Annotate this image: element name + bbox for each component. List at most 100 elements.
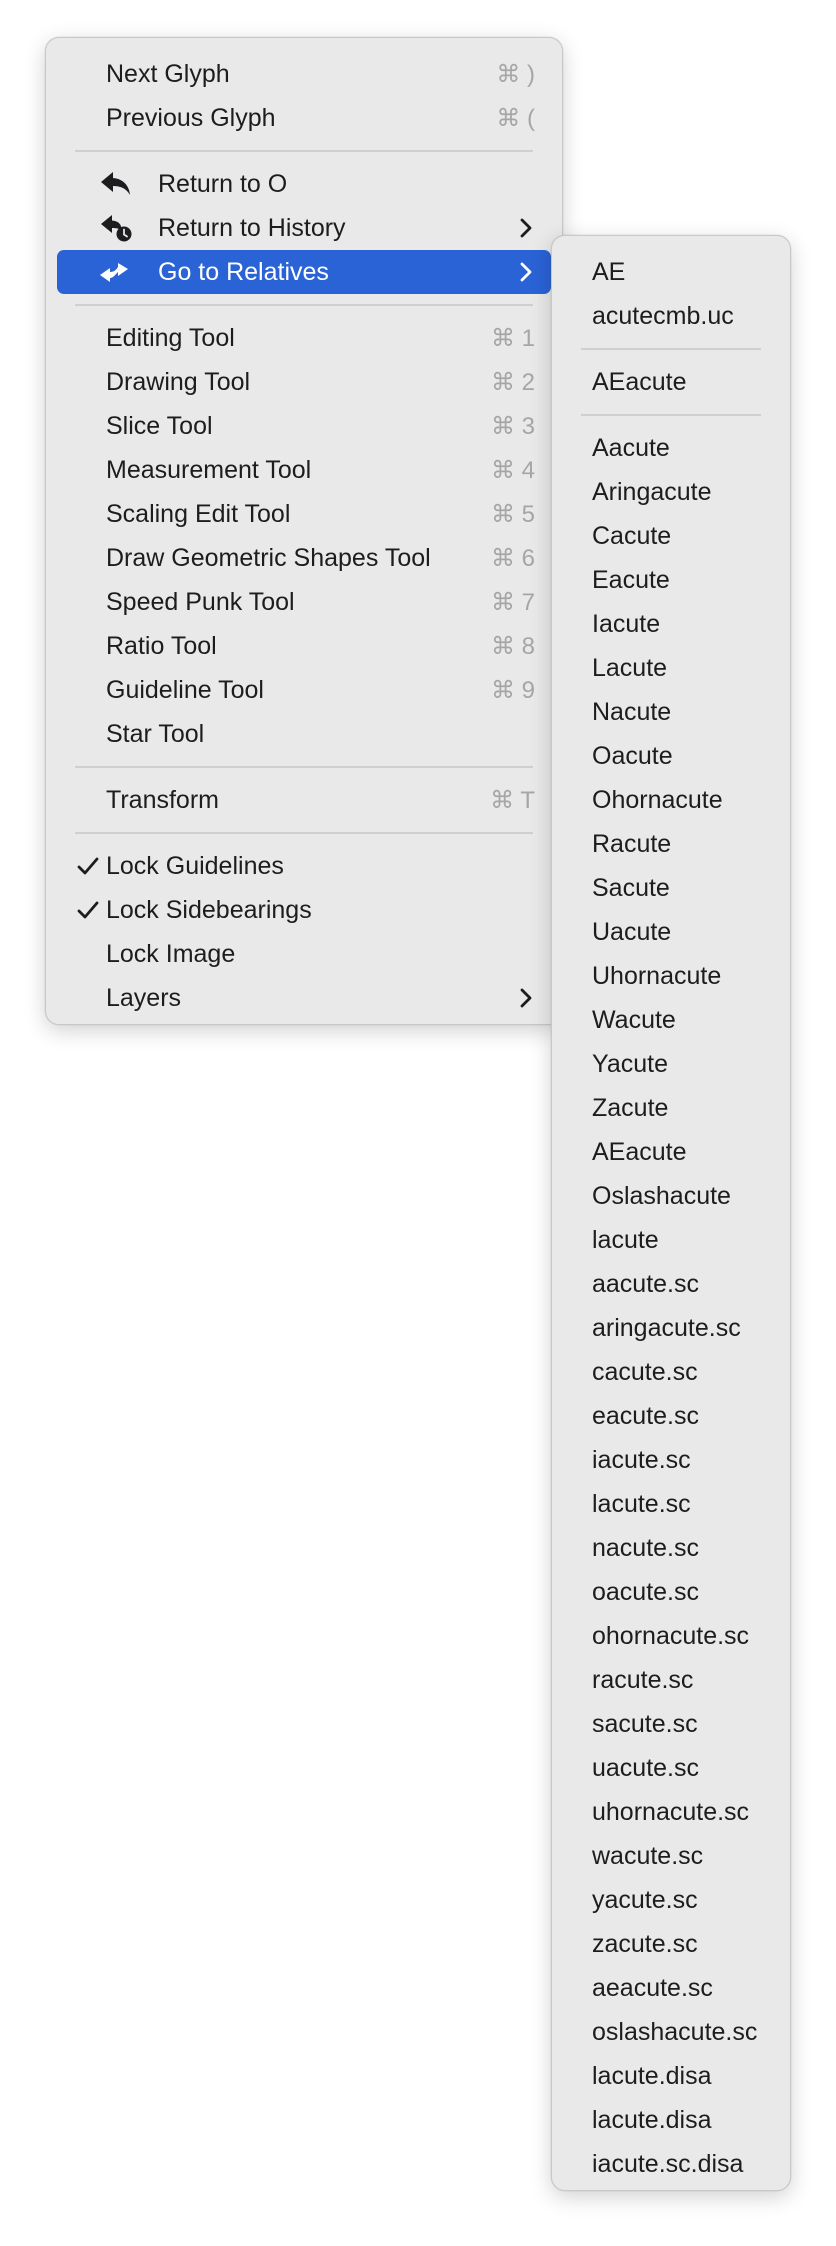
menu-item-label: Measurement Tool <box>106 455 312 484</box>
submenu-item-glyph[interactable]: Uacute <box>563 910 779 954</box>
menu-item-go-to-relatives[interactable]: Go to Relatives <box>57 250 551 294</box>
submenu-item-glyph[interactable]: uhornacute.sc <box>563 1790 779 1834</box>
menu-item-label: Layers <box>106 983 182 1012</box>
glyph-name-label: Ohornacute <box>592 785 723 814</box>
menu-item-measurement-tool[interactable]: Measurement Tool ⌘ 4 <box>57 448 551 492</box>
history-arrow-icon <box>101 215 132 242</box>
submenu-item-glyph[interactable]: sacute.sc <box>563 1702 779 1746</box>
menu-item-slice-tool[interactable]: Slice Tool ⌘ 3 <box>57 404 551 448</box>
menu-item-ratio-tool[interactable]: Ratio Tool ⌘ 8 <box>57 624 551 668</box>
glyph-name-label: oslashacute.sc <box>592 2017 758 2046</box>
menu-item-lock-image[interactable]: Lock Image <box>57 932 551 976</box>
submenu-item-glyph[interactable]: Wacute <box>563 998 779 1042</box>
submenu-item-glyph[interactable]: Nacute <box>563 690 779 734</box>
glyph-name-label: Zacute <box>592 1093 669 1122</box>
menu-item-previous-glyph[interactable]: Previous Glyph ⌘ ( <box>57 96 551 140</box>
submenu-item-glyph[interactable]: lacute.disa <box>563 2098 779 2142</box>
checkmark-icon <box>77 901 99 919</box>
submenu-item-glyph[interactable]: eacute.sc <box>563 1394 779 1438</box>
glyph-name-label: iacute.sc.disa <box>592 2149 744 2178</box>
glyph-name-label: lacute <box>592 1225 659 1254</box>
submenu-item-glyph[interactable]: AEacute <box>563 1130 779 1174</box>
submenu-item-glyph[interactable]: wacute.sc <box>563 1834 779 1878</box>
menu-item-label: Transform <box>106 785 219 814</box>
glyph-name-label: uhornacute.sc <box>592 1797 750 1826</box>
submenu-item-glyph[interactable]: Lacute <box>563 646 779 690</box>
submenu-item-glyph[interactable]: aacute.sc <box>563 1262 779 1306</box>
submenu-item-glyph[interactable]: oacute.sc <box>563 1570 779 1614</box>
glyph-name-label: cacute.sc <box>592 1357 698 1386</box>
submenu-item-glyph[interactable]: Zacute <box>563 1086 779 1130</box>
shortcut-label: ⌘ 1 <box>490 324 535 352</box>
menu-item-label: Star Tool <box>106 719 205 748</box>
submenu-item-glyph[interactable]: cacute.sc <box>563 1350 779 1394</box>
menu-item-editing-tool[interactable]: Editing Tool ⌘ 1 <box>57 316 551 360</box>
submenu-item-glyph[interactable]: Uhornacute <box>563 954 779 998</box>
glyph-name-label: eacute.sc <box>592 1401 700 1430</box>
menu-item-layers[interactable]: Layers <box>57 976 551 1020</box>
submenu-item-glyph[interactable]: oslashacute.sc <box>563 2010 779 2054</box>
submenu-item-glyph[interactable]: lacute <box>563 1218 779 1262</box>
submenu-item-glyph[interactable]: aeacute.sc <box>563 1966 779 2010</box>
submenu-item-glyph[interactable]: Yacute <box>563 1042 779 1086</box>
menu-item-scaling-edit-tool[interactable]: Scaling Edit Tool ⌘ 5 <box>57 492 551 536</box>
submenu-item-glyph[interactable]: AEacute <box>563 360 779 404</box>
submenu-item-glyph[interactable]: Racute <box>563 822 779 866</box>
submenu-item-glyph[interactable]: Cacute <box>563 514 779 558</box>
submenu-item-glyph[interactable]: acutecmb.uc <box>563 294 779 338</box>
submenu-item-glyph[interactable]: Aringacute <box>563 470 779 514</box>
submenu-item-glyph[interactable]: iacute.sc <box>563 1438 779 1482</box>
submenu-item-glyph[interactable]: Aacute <box>563 426 779 470</box>
menu-item-lock-guidelines[interactable]: Lock Guidelines <box>57 844 551 888</box>
menu-item-lock-sidebearings[interactable]: Lock Sidebearings <box>57 888 551 932</box>
submenu-item-glyph[interactable]: Iacute <box>563 602 779 646</box>
menu-item-label: Draw Geometric Shapes Tool <box>106 543 431 572</box>
glyph-name-label: Cacute <box>592 521 672 550</box>
relatives-submenu: AE acutecmb.uc AEacute Aacute Aringacute Ca… <box>551 235 791 2191</box>
menu-item-guideline-tool[interactable]: Guideline Tool ⌘ 9 <box>57 668 551 712</box>
glyph-name-label: Yacute <box>592 1049 668 1078</box>
submenu-item-glyph[interactable]: Ohornacute <box>563 778 779 822</box>
menu-item-speed-punk-tool[interactable]: Speed Punk Tool ⌘ 7 <box>57 580 551 624</box>
glyph-name-label: Aringacute <box>592 477 712 506</box>
menu-item-drawing-tool[interactable]: Drawing Tool ⌘ 2 <box>57 360 551 404</box>
shortcut-label: ⌘ 8 <box>490 632 535 660</box>
glyph-name-label: aacute.sc <box>592 1269 700 1298</box>
menu-item-label: Guideline Tool <box>106 675 264 704</box>
glyph-name-label: Aacute <box>592 433 670 462</box>
submenu-item-glyph[interactable]: zacute.sc <box>563 1922 779 1966</box>
glyph-name-label: oacute.sc <box>592 1577 700 1606</box>
glyph-name-label: aeacute.sc <box>592 1973 713 2002</box>
submenu-item-glyph[interactable]: uacute.sc <box>563 1746 779 1790</box>
glyph-name-label: Eacute <box>592 565 670 594</box>
submenu-item-glyph[interactable]: AE <box>563 250 779 294</box>
submenu-item-glyph[interactable]: Sacute <box>563 866 779 910</box>
submenu-item-glyph[interactable]: lacute.disa <box>563 2054 779 2098</box>
menu-item-label: Return to History <box>158 213 346 242</box>
submenu-item-glyph[interactable]: ohornacute.sc <box>563 1614 779 1658</box>
submenu-item-glyph[interactable]: lacute.sc <box>563 1482 779 1526</box>
glyph-name-label: Uhornacute <box>592 961 722 990</box>
submenu-item-glyph[interactable]: aringacute.sc <box>563 1306 779 1350</box>
submenu-item-glyph[interactable]: Eacute <box>563 558 779 602</box>
submenu-item-glyph[interactable]: racute.sc <box>563 1658 779 1702</box>
glyph-name-label: aringacute.sc <box>592 1313 741 1342</box>
submenu-item-glyph[interactable]: nacute.sc <box>563 1526 779 1570</box>
submenu-item-glyph[interactable]: iacute.sc.disa <box>563 2142 779 2186</box>
menu-item-label: Ratio Tool <box>106 631 217 660</box>
glyph-name-label: lacute.disa <box>592 2061 712 2090</box>
menu-separator <box>75 832 533 834</box>
menu-item-label: Lock Image <box>106 939 236 968</box>
menu-item-return-to-o[interactable]: Return to O <box>57 162 551 206</box>
menu-item-star-tool[interactable]: Star Tool <box>57 712 551 756</box>
menu-item-draw-geometric-shapes-tool[interactable]: Draw Geometric Shapes Tool ⌘ 6 <box>57 536 551 580</box>
submenu-item-glyph[interactable]: Oacute <box>563 734 779 778</box>
menu-item-transform[interactable]: Transform ⌘ T <box>57 778 551 822</box>
menu-item-next-glyph[interactable]: Next Glyph ⌘ ) <box>57 52 551 96</box>
glyph-name-label: wacute.sc <box>592 1841 704 1870</box>
glyph-name-label: yacute.sc <box>592 1885 698 1914</box>
menu-item-return-to-history[interactable]: Return to History <box>57 206 551 250</box>
submenu-item-glyph[interactable]: Oslashacute <box>563 1174 779 1218</box>
submenu-item-glyph[interactable]: yacute.sc <box>563 1878 779 1922</box>
glyph-name-label: AEacute <box>592 1137 687 1166</box>
